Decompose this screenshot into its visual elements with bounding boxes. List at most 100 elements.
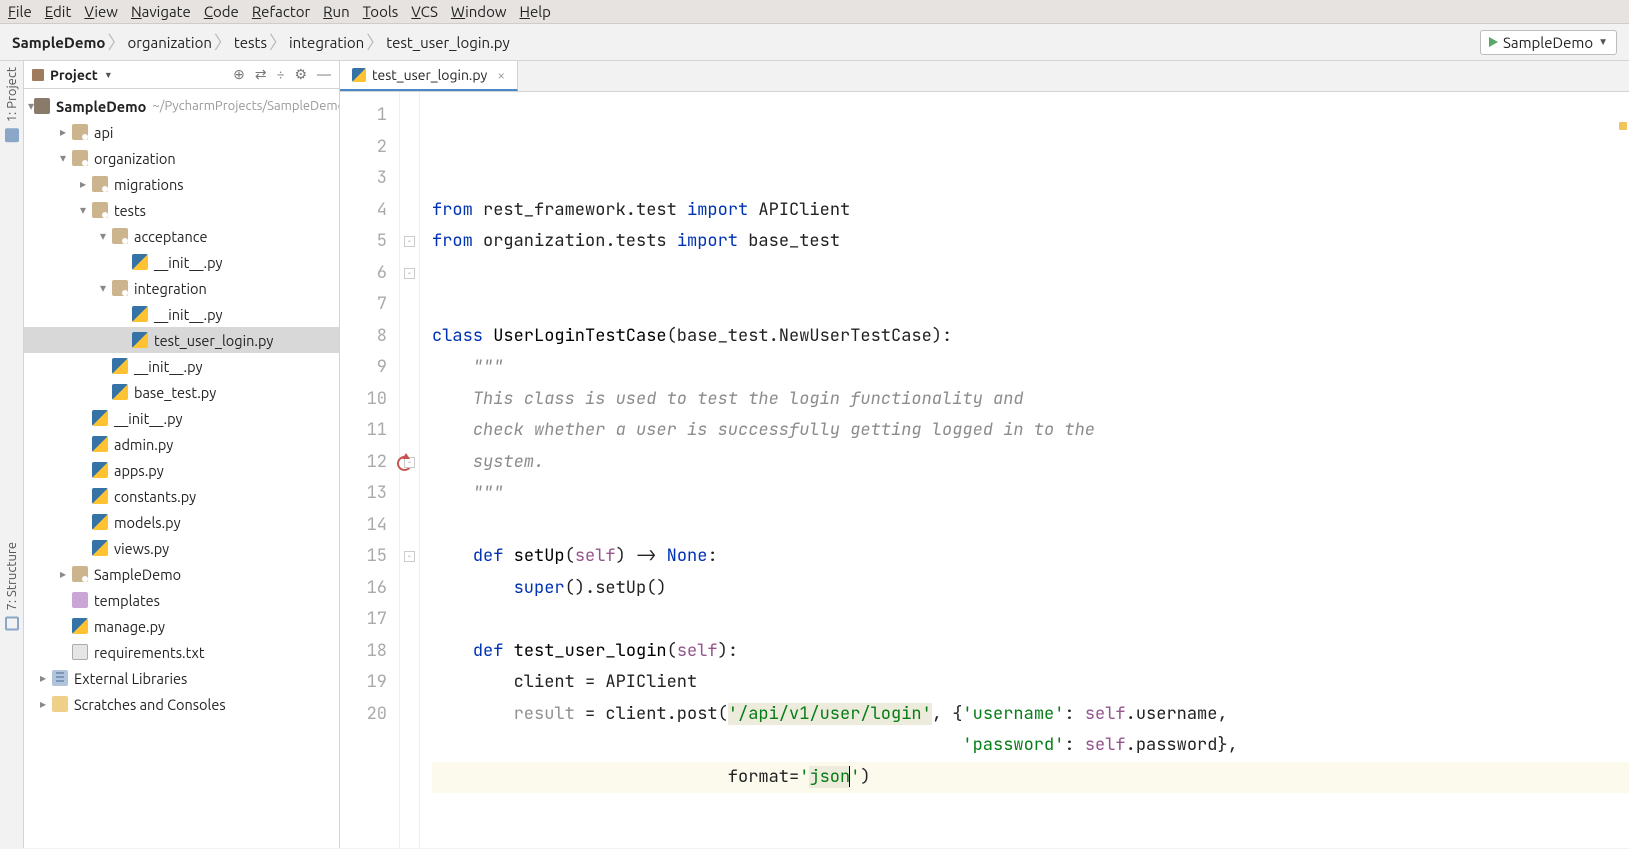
tool-window-project[interactable]: 1: Project [5,67,19,142]
line-number[interactable]: 7 [340,289,393,321]
code-editor[interactable]: 1234567891011121314151617181920 −−−− fro… [340,92,1629,848]
code-line[interactable]: client = APIClient [432,667,1629,699]
chevron-down-icon[interactable]: ▼ [104,70,113,80]
code-line[interactable]: from rest_framework.test import APIClien… [432,195,1629,227]
breadcrumb-item[interactable]: organization [127,34,211,51]
breadcrumb-item[interactable]: test_user_login.py [386,34,510,51]
menu-vcs[interactable]: VCS [411,3,438,20]
tree-arrow-down-icon[interactable]: ▾ [74,203,92,217]
tree-arrow-right-icon[interactable]: ▸ [34,671,52,685]
tree-node[interactable]: ▸constants.py [24,483,339,509]
tree-node[interactable]: ▸apps.py [24,457,339,483]
line-number[interactable]: 14 [340,510,393,542]
tree-arrow-right-icon[interactable]: ▸ [74,177,92,191]
line-number[interactable]: 4 [340,195,393,227]
code-line[interactable]: """ [432,352,1629,384]
tree-node[interactable]: ▸views.py [24,535,339,561]
code-line[interactable]: This class is used to test the login fun… [432,384,1629,416]
menu-tools[interactable]: Tools [363,3,399,20]
code-line[interactable]: system. [432,447,1629,479]
code-line[interactable]: from organization.tests import base_test [432,226,1629,258]
menu-refactor[interactable]: Refactor [252,3,310,20]
line-number[interactable]: 17 [340,604,393,636]
line-number[interactable]: 1 [340,100,393,132]
code-line[interactable]: super().setUp() [432,573,1629,605]
fold-column[interactable]: −−−− [400,92,420,848]
tree-node[interactable]: ▾integration [24,275,339,301]
tree-node[interactable]: ▸__init__.py [24,301,339,327]
line-number[interactable]: 5 [340,226,393,258]
menu-edit[interactable]: Edit [45,3,72,20]
line-number[interactable]: 19 [340,667,393,699]
tree-node[interactable]: ▸migrations [24,171,339,197]
tree-node[interactable]: ▸manage.py [24,613,339,639]
line-number[interactable]: 16 [340,573,393,605]
tree-node[interactable]: ▸models.py [24,509,339,535]
code-line[interactable]: format='json') [432,762,1629,794]
tree-node[interactable]: ▸__init__.py [24,405,339,431]
line-number[interactable]: 8 [340,321,393,353]
code-line[interactable]: result = client.post('/api/v1/user/login… [432,699,1629,731]
tree-node[interactable]: ▸test_user_login.py [24,327,339,353]
line-number[interactable]: 12 [340,447,393,479]
fold-toggle-icon[interactable]: − [404,551,415,562]
tree-node[interactable]: ▸requirements.txt [24,639,339,665]
tree-arrow-right-icon[interactable]: ▸ [54,125,72,139]
tree-arrow-down-icon[interactable]: ▾ [94,229,112,243]
tree-node[interactable]: ▸templates [24,587,339,613]
tree-node[interactable]: ▾acceptance [24,223,339,249]
editor-tab[interactable]: test_user_login.py × [340,61,518,91]
tree-node[interactable]: ▸__init__.py [24,249,339,275]
line-number[interactable]: 6 [340,258,393,290]
close-tab-icon[interactable]: × [497,67,505,83]
run-config-selector[interactable]: SampleDemo ▼ [1480,30,1617,55]
tool-window-structure[interactable]: 7: Structure [5,542,19,630]
line-number[interactable]: 13 [340,478,393,510]
tree-node[interactable]: ▸Scratches and Consoles [24,691,339,717]
tree-node[interactable]: ▸External Libraries [24,665,339,691]
menu-run[interactable]: Run [323,3,350,20]
line-number[interactable]: 11 [340,415,393,447]
hide-icon[interactable]: — [317,66,331,83]
breadcrumb-item[interactable]: tests [234,34,267,51]
breadcrumb-item[interactable]: integration [289,34,364,51]
menu-view[interactable]: View [84,3,118,20]
breadcrumb-item[interactable]: SampleDemo [12,34,105,51]
line-number[interactable]: 20 [340,699,393,731]
breadcrumb[interactable]: SampleDemo〉organization〉tests〉integratio… [12,29,510,55]
fold-toggle-icon[interactable]: − [404,268,415,279]
code-line[interactable]: check whether a user is successfully get… [432,415,1629,447]
code-line[interactable] [432,604,1629,636]
tree-arrow-right-icon[interactable]: ▸ [54,567,72,581]
fold-toggle-icon[interactable]: − [404,236,415,247]
tree-node[interactable]: ▸base_test.py [24,379,339,405]
code-line[interactable] [432,258,1629,290]
line-number[interactable]: 15 [340,541,393,573]
tree-node[interactable]: ▸admin.py [24,431,339,457]
locate-icon[interactable]: ⊕ [233,66,245,83]
menu-navigate[interactable]: Navigate [131,3,191,20]
menu-code[interactable]: Code [204,3,239,20]
tree-arrow-down-icon[interactable]: ▾ [54,151,72,165]
tree-node[interactable]: ▸SampleDemo [24,561,339,587]
expand-icon[interactable]: ⇄ [255,66,267,83]
code-line[interactable] [432,793,1629,825]
collapse-icon[interactable]: ÷ [277,66,285,83]
tree-arrow-right-icon[interactable]: ▸ [34,697,52,711]
code-line[interactable]: """ [432,478,1629,510]
tree-node[interactable]: ▾SampleDemo~/PycharmProjects/SampleDemo [24,93,339,119]
menu-window[interactable]: Window [451,3,507,20]
code-line[interactable]: def test_user_login(self): [432,636,1629,668]
tree-arrow-down-icon[interactable]: ▾ [94,281,112,295]
line-number[interactable]: 2 [340,132,393,164]
tree-node[interactable]: ▸__init__.py [24,353,339,379]
code-line[interactable] [432,289,1629,321]
code-content[interactable]: from rest_framework.test import APIClien… [420,92,1629,848]
code-line[interactable]: def setUp(self) -> None: [432,541,1629,573]
code-line[interactable] [432,510,1629,542]
code-line[interactable]: 'password': self.password}, [432,730,1629,762]
project-tree[interactable]: ▾SampleDemo~/PycharmProjects/SampleDemo ▸… [24,89,339,721]
menu-help[interactable]: Help [519,3,550,20]
line-number[interactable]: 10 [340,384,393,416]
line-number[interactable]: 9 [340,352,393,384]
